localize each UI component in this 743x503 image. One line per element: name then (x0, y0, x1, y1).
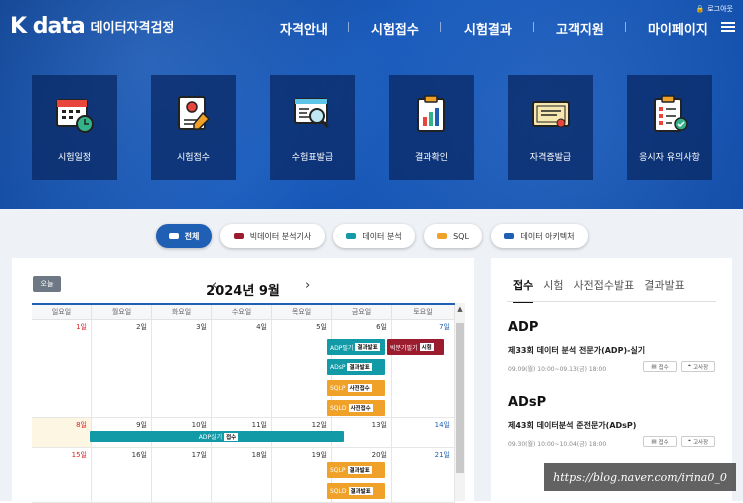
location-icon: ⌖ (687, 363, 691, 369)
document-icon: ▤ (651, 438, 657, 445)
tab-results[interactable]: 결과발표 (644, 277, 684, 303)
event-bigdata-written[interactable]: 빅분기필기 시험 (387, 339, 444, 355)
logo[interactable]: K data 데이터자격검정 (10, 14, 174, 39)
nav-item[interactable]: 고객지원 (556, 19, 604, 38)
event-sqlp-result[interactable]: SQLP 결과발표 (327, 462, 385, 478)
nav-divider (348, 22, 349, 32)
tab-registration[interactable]: 접수 (513, 277, 534, 303)
day-cell[interactable]: 2일 (92, 320, 152, 418)
day-cell[interactable]: 4일 (212, 320, 272, 418)
venue-button[interactable]: ⌖ 고사장 (681, 436, 715, 447)
day-cell[interactable]: 7일 (392, 320, 455, 418)
filter-all[interactable]: 전체 (156, 224, 212, 248)
event-sqld-result[interactable]: SQLD 결과발표 (327, 483, 385, 499)
announcement-tabs: 접수 시험 사전접수발표 결과발표 (513, 277, 685, 303)
filter-data-analysis[interactable]: 데이터 분석 (333, 224, 415, 248)
tile-candidate-notice[interactable]: 응시자 유의사항 (627, 75, 712, 180)
form-pen-icon (178, 96, 211, 130)
day-cell[interactable]: 1일 (32, 320, 92, 418)
nav-divider (533, 22, 534, 32)
day-header: 목요일 (272, 305, 332, 320)
scroll-thumb[interactable] (456, 323, 464, 473)
register-button[interactable]: ▤ 접수 (643, 436, 677, 447)
logo-subtitle: 데이터자격검정 (90, 21, 175, 36)
day-cell[interactable]: 5일 (272, 320, 332, 418)
month-title: 2024년 9월 (206, 284, 280, 299)
tile-exam-schedule[interactable]: 시험일정 (32, 75, 117, 180)
tab-exam[interactable]: 시험 (543, 277, 563, 303)
event-sqlp[interactable]: SQLP 사전접수 (327, 380, 385, 396)
day-cell[interactable]: 14일 (392, 418, 455, 448)
logo-mark: K data (10, 14, 86, 39)
day-header: 토요일 (392, 305, 455, 320)
menu-icon[interactable] (721, 22, 735, 32)
calendar-scrollbar[interactable]: ▲ (455, 303, 465, 501)
scroll-up-icon[interactable]: ▲ (455, 305, 465, 313)
tile-result-check[interactable]: 결과확인 (389, 75, 474, 180)
color-swatch (346, 233, 357, 239)
day-cell[interactable]: 19일 (272, 448, 332, 503)
venue-button[interactable]: ⌖ 고사장 (681, 361, 715, 372)
nav-item[interactable]: 마이페이지 (648, 19, 708, 38)
day-cell[interactable]: 16일 (92, 448, 152, 503)
day-header: 수요일 (212, 305, 272, 320)
logout-link[interactable]: 🔒 로그아웃 (696, 4, 733, 14)
certificate-icon (532, 101, 570, 128)
clipboard-chart-icon (417, 95, 445, 132)
calendar-icon (56, 99, 94, 133)
search-document-icon (294, 98, 330, 129)
nav-item[interactable]: 시험결과 (464, 19, 512, 38)
day-header: 화요일 (152, 305, 212, 320)
filter-data-architecture[interactable]: 데이터 아키텍처 (491, 224, 588, 248)
tab-divider (507, 301, 716, 302)
filter-bar: 전체 빅데이터 분석기사 데이터 분석 SQL 데이터 아키텍처 (0, 224, 743, 248)
cert-name: ADsP (508, 395, 547, 410)
color-swatch (168, 233, 179, 239)
tile-certificate[interactable]: 자격증발급 (508, 75, 593, 180)
next-month-icon[interactable]: › (305, 278, 310, 293)
event-adp-practical[interactable]: ADP실기 접수 (90, 431, 344, 442)
location-icon: ⌖ (687, 438, 691, 444)
day-header: 금요일 (332, 305, 392, 320)
tab-pre-registration[interactable]: 사전접수발표 (574, 277, 635, 303)
day-cell[interactable]: 18일 (212, 448, 272, 503)
day-cell[interactable]: 17일 (152, 448, 212, 503)
exam-date: 09.09(월) 10:00~09.13(금) 18:00 (508, 366, 607, 373)
register-button[interactable]: ▤ 접수 (643, 361, 677, 372)
color-swatch (437, 233, 448, 239)
day-cell-today[interactable]: 8일 (32, 418, 92, 448)
exam-title[interactable]: 제43회 데이터분석 준전문가(ADsP) (508, 420, 636, 431)
day-cell[interactable]: 15일 (32, 448, 92, 503)
cert-name: ADP (508, 320, 539, 335)
checklist-icon (654, 95, 688, 132)
calendar-panel: 오늘 2024년 9월 ‹ › 일요일 월요일 화요일 수요일 목요일 금요일 … (12, 258, 474, 503)
hero-banner: K data 데이터자격검정 🔒 로그아웃 자격안내 시험접수 시험결과 고객지… (0, 0, 743, 209)
nav-divider (440, 22, 441, 32)
filter-sql[interactable]: SQL (424, 224, 482, 248)
exam-date: 09.30(월) 10:00~10.04(금) 18:00 (508, 441, 607, 448)
calendar-grid: 일요일 월요일 화요일 수요일 목요일 금요일 토요일 1일 2일 3일 4일 … (32, 303, 455, 503)
day-header: 일요일 (32, 305, 92, 320)
prev-month-icon[interactable]: ‹ (212, 278, 217, 293)
event-adp-written[interactable]: ADP필기 결과발표 (327, 339, 385, 355)
exam-title[interactable]: 제33회 데이터 분석 전문가(ADP)-실기 (508, 345, 645, 356)
tile-exam-registration[interactable]: 시험접수 (151, 75, 236, 180)
day-header: 월요일 (92, 305, 152, 320)
document-icon: ▤ (651, 363, 657, 370)
tile-admission-ticket[interactable]: 수험표발급 (270, 75, 355, 180)
nav-divider (625, 22, 626, 32)
event-adsp[interactable]: ADsP 결과발표 (327, 359, 385, 375)
nav-item[interactable]: 자격안내 (280, 19, 328, 38)
watermark: https://blog.naver.com/irina0_0 (544, 463, 736, 491)
color-swatch (504, 233, 515, 239)
filter-bigdata[interactable]: 빅데이터 분석기사 (220, 224, 325, 248)
lock-icon: 🔒 (695, 5, 705, 13)
nav-item[interactable]: 시험접수 (371, 19, 419, 38)
event-sqld[interactable]: SQLD 사전접수 (327, 400, 385, 416)
color-swatch (233, 233, 244, 239)
day-cell[interactable]: 21일 (392, 448, 455, 503)
day-cell[interactable]: 3일 (152, 320, 212, 418)
